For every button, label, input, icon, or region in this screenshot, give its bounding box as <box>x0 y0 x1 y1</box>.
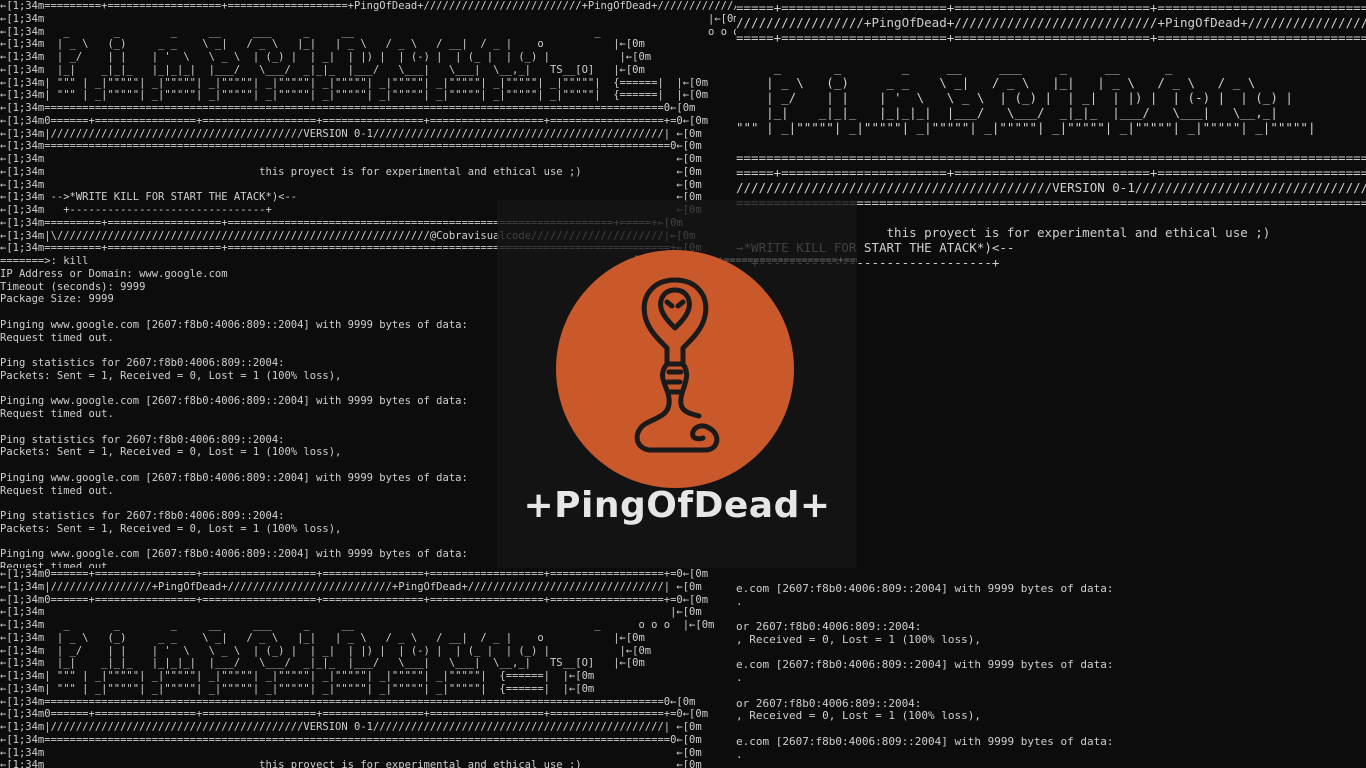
logo-overlay: ←[1;34m0=======+===================+====… <box>497 200 857 568</box>
terminal-line: , Received = 0, Lost = 1 (100% loss), <box>736 632 982 646</box>
terminal-line: ←[1;34m|////////////////+PingOfDead+////… <box>0 580 702 593</box>
terminal-line: ←[1;34m |_| _|_|_ |_|_|_| |___/ \___/ _|… <box>0 657 645 670</box>
terminal-line: ←[1;34m _ _ _ __ ___ _ __ _ o o o |←[0m <box>0 25 736 38</box>
terminal-line: ←[1;34m0======+================+========… <box>0 593 709 606</box>
terminal-line: ←[1;34m _ _ _ __ ___ _ __ _ o o o |←[0m <box>0 619 715 631</box>
terminal-line: ////////////////////////////////////////… <box>736 180 1366 195</box>
terminal-line: ←[1;34m0======+================+========… <box>0 114 709 127</box>
terminal-line: ←[1;34m=================================… <box>0 102 696 114</box>
terminal-line: ←[1;34m ←[0m <box>0 153 702 165</box>
terminal-line: ←[1;34m this proyect is for experimental… <box>0 165 702 178</box>
terminal-line: =====+======================+===========… <box>736 30 1366 45</box>
terminal-line: ←[1;34m ←[0m <box>0 178 702 191</box>
terminal-line: e.com [2607:f8b0:4006:809::2004] with 99… <box>736 658 1114 672</box>
terminal-line: ←[1;34m| """ | _|"""""| _|"""""| _|"""""… <box>0 76 709 89</box>
terminal-pane-bottom-right: e.com [2607:f8b0:4006:809::2004] with 99… <box>736 570 1366 768</box>
terminal-line: _ _ _ __ ___ _ __ _ <box>736 60 1173 75</box>
terminal-line: |_| _|_|_ |_|_|_| |___/ \___/ _|_|_ |___… <box>736 105 1278 120</box>
terminal-line: =====+======================+===========… <box>736 165 1366 180</box>
terminal-line: ←[1;34m| """ | _|"""""| _|"""""| _|"""""… <box>0 670 595 682</box>
terminal-pane-bottom-left: ←[1;34m0======+================+========… <box>0 568 736 768</box>
terminal-line: . <box>736 747 743 761</box>
terminal-line: ←[1;34m| """ | _|"""""| _|"""""| _|"""""… <box>0 682 595 695</box>
terminal-line: """ | _|"""""| _|"""""| _|"""""| _|"""""… <box>736 120 1316 135</box>
terminal-line: ←[1;34m|////////////////////////////////… <box>0 127 702 140</box>
cobra-icon <box>634 277 720 453</box>
terminal-line: ========================================… <box>736 150 1366 165</box>
terminal-line: ←[1;34m|////////////////////////////////… <box>0 721 702 733</box>
logo-title: +PingOfDead+ <box>523 485 831 526</box>
terminal-line: /////////////////+PingOfDead+///////////… <box>736 15 1366 30</box>
terminal-line: . <box>736 671 743 684</box>
terminal-line: ←[1;34m| """ | _|"""""| _|"""""| _|"""""… <box>0 89 709 102</box>
terminal-line: e.com [2607:f8b0:4006:809::2004] with 99… <box>736 734 1114 748</box>
terminal-line: =====+======================+===========… <box>736 0 1366 15</box>
terminal-line: ←[1;34m |←[0m <box>0 12 736 25</box>
terminal-line: | _ \ (_) _ _ \ _| / _ \ |_| | _ \ / _ \… <box>736 75 1256 90</box>
terminal-line: ←[1;34m | _/ | | | ' \ \ _ \ | (_) | | _… <box>0 51 652 63</box>
terminal-line: ←[1;34m=========+==================+====… <box>0 0 736 12</box>
terminal-line: ←[1;34m0======+================+========… <box>0 708 709 721</box>
terminal-line: | _/ | | | ' \ \ _ \ | (_) | | _| | |) |… <box>736 90 1293 105</box>
terminal-line: ←[1;34m |←[0m <box>0 606 702 619</box>
terminal-line: ←[1;34m ←[0m <box>0 746 702 759</box>
terminal-line: ←[1;34m | _/ | | | ' \ \ _ \ | (_) | | _… <box>0 644 652 657</box>
terminal-line: ←[1;34m=================================… <box>0 733 702 746</box>
terminal-line: ←[1;34m=================================… <box>0 140 702 153</box>
terminal-line: , Received = 0, Lost = 1 (100% loss), <box>736 709 982 723</box>
terminal-line: ←[1;34m0======+================+========… <box>0 568 709 580</box>
terminal-line: ←[1;34m |_| _|_|_ |_|_|_| |___/ \___/ _|… <box>0 63 645 76</box>
terminal-line: . <box>736 594 743 608</box>
terminal-line: or 2607:f8b0:4006:809::2004: <box>736 620 922 633</box>
terminal-line: ←[1;34m this proyect is for experimental… <box>0 759 702 768</box>
terminal-line: ←[1;34m=================================… <box>0 695 696 708</box>
terminal-line: e.com [2607:f8b0:4006:809::2004] with 99… <box>736 581 1114 595</box>
terminal-line: ←[1;34m | _ \ (_) _ _ \ _| / _ \ |_| | _… <box>0 631 645 644</box>
terminal-line: ←[1;34m | _ \ (_) _ _ \ _| / _ \ |_| | _… <box>0 38 645 51</box>
